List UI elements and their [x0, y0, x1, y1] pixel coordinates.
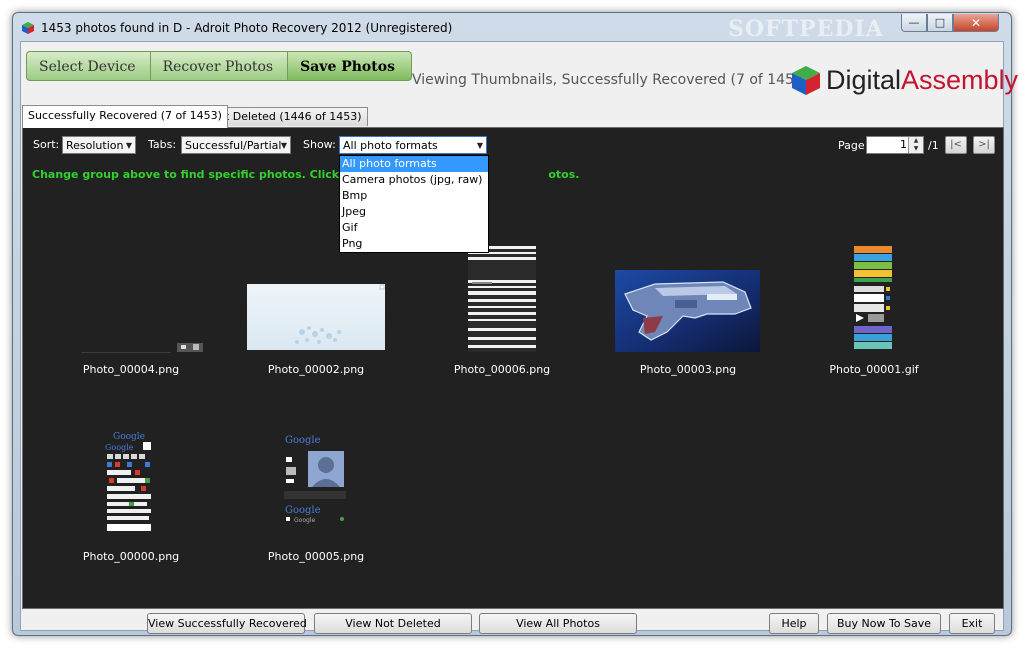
page-spinner[interactable]: ▲ ▼: [908, 137, 923, 153]
show-option-all[interactable]: All photo formats: [340, 156, 488, 172]
tab-not-deleted[interactable]: Not Deleted (1446 of 1453): [204, 107, 368, 126]
show-dropdown-list: All photo formats Camera photos (jpg, ra…: [339, 155, 489, 253]
spin-down-icon[interactable]: ▼: [909, 145, 923, 153]
thumbnail-photo-00000[interactable]: Google Google: [105, 430, 155, 538]
thumbnail-image: [81, 343, 203, 353]
client-area: Select Device Recover Photos Save Photos…: [20, 41, 1018, 634]
show-option-camera[interactable]: Camera photos (jpg, raw): [340, 172, 488, 188]
hint-text: Change group above to find specific phot…: [32, 168, 579, 181]
photo-name: Photo_00003.png: [639, 363, 737, 376]
tabs-label: Tabs:: [148, 138, 177, 151]
close-button[interactable]: ✕: [953, 14, 999, 32]
hint-text-left: Change group above to find specific phot…: [32, 168, 376, 181]
tab-successfully-recovered[interactable]: Successfully Recovered (7 of 1453): [22, 105, 228, 128]
softpedia-watermark: SOFTPEDIA: [728, 16, 884, 42]
thumbnail-image: [468, 246, 536, 352]
sort-label: Sort:: [33, 138, 60, 151]
minimize-icon: —: [908, 16, 920, 29]
thumbnail-photo-00002[interactable]: [247, 284, 385, 350]
title-bar[interactable]: 1453 photos found in D - Adroit Photo Re…: [13, 13, 1011, 42]
svg-text:Google: Google: [113, 432, 145, 442]
minimize-button[interactable]: —: [901, 14, 927, 32]
thumbnail-image: [247, 284, 385, 350]
buy-now-button[interactable]: Buy Now To Save: [827, 613, 941, 634]
app-window: 1453 photos found in D - Adroit Photo Re…: [12, 12, 1018, 636]
logo-cube-icon: [792, 66, 820, 95]
thumbnail-photo-00001[interactable]: [854, 246, 894, 352]
last-page-button[interactable]: >|: [973, 136, 995, 154]
thumbnail-image: [615, 270, 760, 352]
show-option-png[interactable]: Png: [340, 236, 488, 252]
photo-name: Photo_00001.gif: [829, 363, 919, 376]
page-total: /1: [928, 139, 939, 152]
tabs-select[interactable]: Successful/Partial ▼: [181, 136, 291, 154]
step-save-photos[interactable]: Save Photos: [287, 51, 412, 81]
photo-name: Photo_00004.png: [82, 363, 180, 376]
show-option-jpeg[interactable]: Jpeg: [340, 204, 488, 220]
logo-text: DigitalAssembly: [826, 65, 1018, 96]
app-cube-icon: [22, 22, 34, 34]
svg-text:Google: Google: [285, 435, 321, 446]
show-option-bmp[interactable]: Bmp: [340, 188, 488, 204]
chevron-down-icon: ▼: [476, 141, 483, 150]
photo-name: Photo_00006.png: [453, 363, 551, 376]
svg-text:Google: Google: [105, 443, 134, 452]
thumbnail-image: [854, 246, 892, 349]
chevron-down-icon: ▼: [125, 141, 132, 150]
viewing-status: Viewing Thumbnails, Successfully Recover…: [412, 72, 809, 88]
show-label: Show:: [303, 138, 336, 151]
maximize-button[interactable]: □: [927, 14, 953, 32]
sort-select[interactable]: Resolution ▼: [62, 136, 136, 154]
close-icon: ✕: [970, 15, 982, 30]
thumbnail-photo-00004[interactable]: [81, 248, 206, 358]
digitalassembly-logo: DigitalAssembly: [790, 62, 1018, 98]
show-select[interactable]: All photo formats ▼: [339, 136, 487, 154]
svg-text:Google: Google: [285, 505, 321, 516]
bottom-toolbar: View Successfully Recovered View Not Del…: [21, 609, 1003, 634]
chevron-down-icon: ▼: [280, 141, 287, 150]
sort-value: Resolution: [66, 139, 124, 152]
thumbnail-photo-00003[interactable]: [615, 270, 760, 352]
exit-button[interactable]: Exit: [949, 613, 995, 634]
page-number-input[interactable]: 1 ▲ ▼: [866, 136, 924, 154]
logo-text-assembly: Assembly: [901, 64, 1019, 95]
thumbnail-panel: Sort: Resolution ▼ Tabs: Successful/Parti…: [22, 127, 1004, 609]
view-all-button[interactable]: View All Photos: [479, 613, 637, 634]
thumbnail-photo-00006[interactable]: [468, 246, 536, 352]
show-option-gif[interactable]: Gif: [340, 220, 488, 236]
svg-text:Google: Google: [294, 517, 315, 524]
wizard-breadcrumb: Select Device Recover Photos Save Photos: [26, 51, 412, 81]
step-recover-photos[interactable]: Recover Photos: [149, 51, 288, 81]
first-page-button[interactable]: |<: [945, 136, 967, 154]
maximize-icon: □: [934, 16, 946, 29]
thumbnail-photo-00005[interactable]: Google Google Google: [284, 433, 348, 529]
show-value: All photo formats: [343, 139, 438, 152]
step-select-device[interactable]: Select Device: [26, 51, 150, 81]
page-number-value: 1: [900, 138, 907, 151]
thumbnail-image: Google Google: [105, 432, 151, 531]
window-title: 1453 photos found in D - Adroit Photo Re…: [41, 21, 453, 35]
hint-text-right: otos.: [548, 168, 580, 181]
photo-name: Photo_00002.png: [267, 363, 365, 376]
photo-name: Photo_00000.png: [82, 550, 180, 563]
tabs-value: Successful/Partial: [185, 139, 282, 152]
photo-name: Photo_00005.png: [267, 550, 365, 563]
page-label: Page: [838, 139, 865, 152]
view-not-deleted-button[interactable]: View Not Deleted: [314, 613, 472, 634]
spin-up-icon[interactable]: ▲: [909, 137, 923, 145]
help-button[interactable]: Help: [769, 613, 819, 634]
logo-text-digital: Digital: [826, 64, 902, 95]
view-recovered-button[interactable]: View Successfully Recovered: [147, 613, 307, 634]
thumbnail-image: Google Google Google: [284, 435, 346, 524]
